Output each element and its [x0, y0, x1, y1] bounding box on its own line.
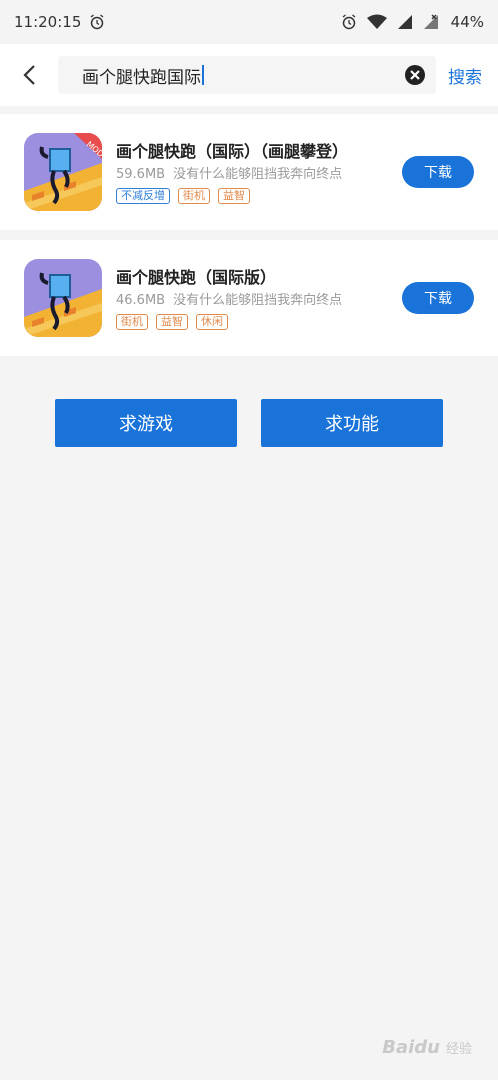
watermark-sub: 经验	[445, 1042, 472, 1057]
search-input[interactable]: 画个腿快跑国际	[58, 56, 436, 94]
watermark: Baidu 经验	[382, 1037, 472, 1058]
watermark-brand: Baidu	[382, 1037, 440, 1058]
tag-list: 街机 益智 休闲	[116, 313, 394, 330]
app-info: 画个腿快跑（国际版） 46.6MB 没有什么能够阻挡我奔向终点 街机 益智 休闲	[116, 267, 394, 330]
alarm-icon	[341, 14, 357, 30]
app-description: 没有什么能够阻挡我奔向终点	[173, 292, 343, 308]
app-size: 59.6MB	[116, 166, 166, 182]
app-icon	[24, 259, 102, 337]
alarm-icon	[89, 14, 105, 30]
search-query: 画个腿快跑国际	[82, 67, 201, 88]
request-game-button[interactable]: 求游戏	[55, 399, 237, 447]
battery-level: 44%	[450, 13, 484, 31]
result-list: MOD 画个腿快跑（国际）（画腿攀登） 59.6MB 没有什么能够阻挡我奔向终点 …	[0, 114, 498, 356]
search-button[interactable]: 搜索	[448, 63, 482, 88]
tag: 休闲	[196, 313, 228, 330]
clear-icon	[405, 65, 425, 85]
app-meta: 59.6MB 没有什么能够阻挡我奔向终点	[116, 166, 394, 184]
app-meta: 46.6MB 没有什么能够阻挡我奔向终点	[116, 292, 394, 310]
list-item[interactable]: MOD 画个腿快跑（国际）（画腿攀登） 59.6MB 没有什么能够阻挡我奔向终点 …	[0, 114, 498, 230]
download-button[interactable]: 下载	[402, 156, 474, 188]
clear-search-button[interactable]	[404, 64, 426, 86]
tag: 街机	[178, 187, 210, 204]
tag: 街机	[116, 313, 148, 330]
download-button[interactable]: 下载	[402, 282, 474, 314]
app-size: 46.6MB	[116, 292, 166, 308]
chevron-left-icon	[23, 65, 35, 85]
app-name: 画个腿快跑（国际版）	[116, 267, 277, 287]
app-name: 画个腿快跑（国际）（画腿攀登）	[116, 141, 349, 161]
wifi-icon	[366, 14, 387, 30]
search-header: 画个腿快跑国际 搜索	[0, 44, 498, 106]
app-icon: MOD	[24, 133, 102, 211]
tag-list: 不减反增 街机 益智	[116, 187, 394, 204]
request-feature-button[interactable]: 求功能	[261, 399, 443, 447]
tag: 不减反增	[116, 187, 170, 204]
app-info: 画个腿快跑（国际）（画腿攀登） 59.6MB 没有什么能够阻挡我奔向终点 不减反增…	[116, 141, 394, 204]
request-actions: 求游戏 求功能	[55, 399, 443, 447]
tag: 益智	[218, 187, 250, 204]
app-description: 没有什么能够阻挡我奔向终点	[173, 166, 343, 182]
status-time: 11:20:15	[14, 13, 82, 31]
tag: 益智	[156, 313, 188, 330]
signal-icon	[397, 14, 413, 30]
list-item[interactable]: 画个腿快跑（国际版） 46.6MB 没有什么能够阻挡我奔向终点 街机 益智 休闲 …	[0, 240, 498, 356]
signal-no-sim-icon	[423, 14, 441, 30]
text-caret	[202, 65, 204, 85]
back-button[interactable]	[0, 44, 58, 106]
status-bar: 11:20:15 44%	[0, 0, 498, 44]
